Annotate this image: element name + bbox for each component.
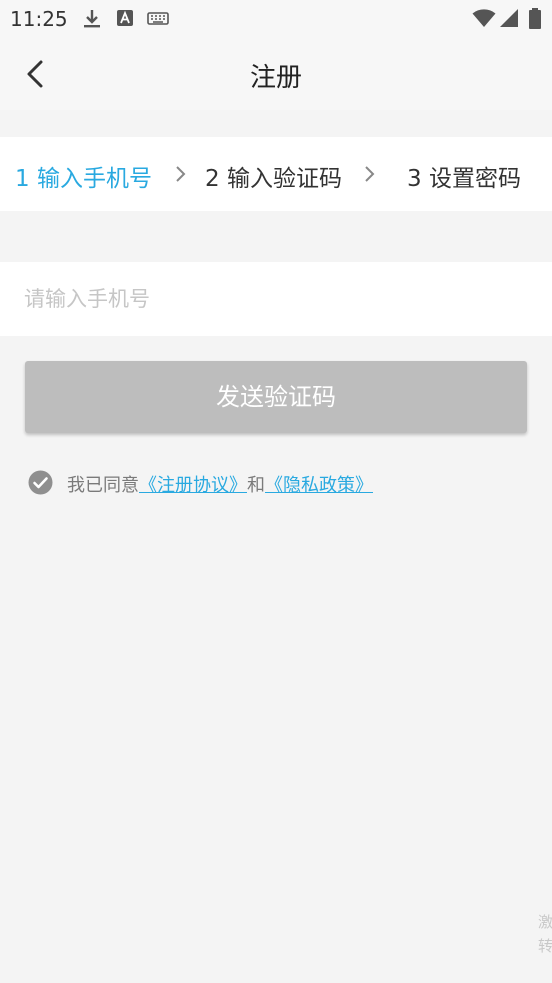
send-code-button[interactable]: 发送验证码	[25, 361, 527, 433]
step-1-label: 1 输入手机号	[15, 166, 152, 192]
app-bar: 注册	[0, 36, 552, 110]
step-2-label: 2 输入验证码	[205, 166, 342, 192]
battery-icon	[528, 8, 542, 34]
download-icon	[82, 8, 102, 34]
chevron-right-icon	[363, 165, 377, 183]
chevron-right-icon	[174, 165, 188, 183]
keyboard-icon	[147, 8, 169, 32]
watermark: 激 转	[538, 910, 552, 958]
page-title: 注册	[249, 63, 302, 93]
status-time: 11:25	[10, 7, 68, 31]
check-circle-icon	[28, 470, 53, 495]
agreement-and: 和	[247, 475, 265, 496]
watermark-line-2: 转	[538, 937, 552, 955]
step-indicator: 1 输入手机号 2 输入验证码 3 设置密码	[0, 137, 552, 211]
status-bar: 11:25	[0, 0, 552, 36]
agreement-row: 我已同意《注册协议》和《隐私政策》	[28, 470, 548, 496]
register-agreement-link[interactable]: 《注册协议》	[139, 475, 247, 496]
font-a-icon	[116, 8, 134, 32]
phone-input-row	[0, 262, 552, 336]
wifi-icon	[472, 8, 496, 32]
agree-checkbox[interactable]	[28, 470, 53, 495]
signal-icon	[499, 8, 519, 32]
agreement-prefix: 我已同意	[67, 475, 139, 496]
privacy-policy-link[interactable]: 《隐私政策》	[265, 475, 373, 496]
phone-input[interactable]	[24, 262, 534, 336]
agreement-text: 我已同意《注册协议》和《隐私政策》	[67, 471, 373, 497]
step-3-label: 3 设置密码	[407, 166, 521, 192]
watermark-line-1: 激	[538, 913, 552, 931]
